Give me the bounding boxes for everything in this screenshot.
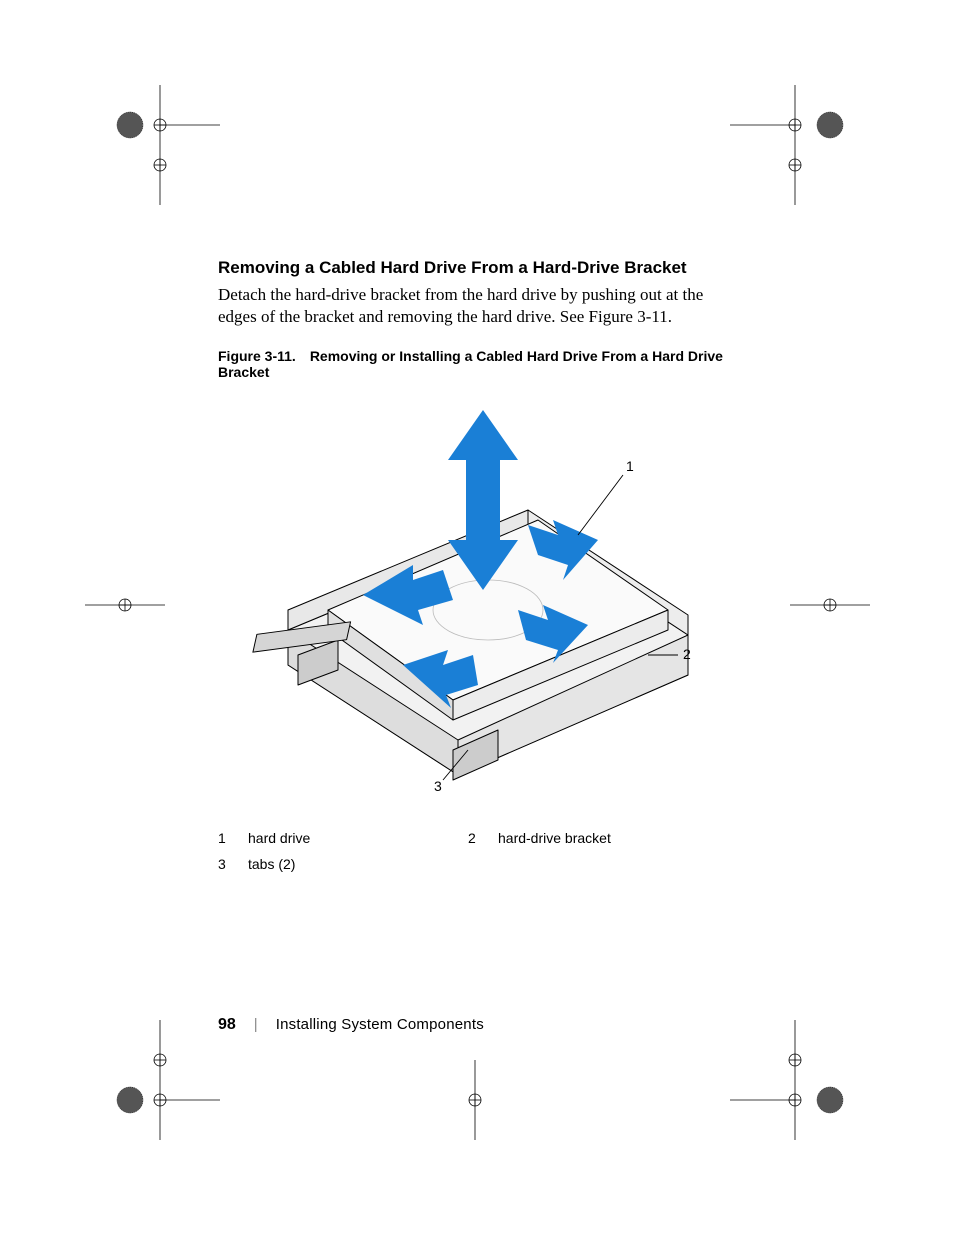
figure-illustration: 1 2 3: [228, 400, 728, 800]
legend-row: 3 tabs (2): [218, 856, 738, 872]
footer-separator: |: [254, 1016, 258, 1033]
legend-item-3: 3 tabs (2): [218, 856, 468, 872]
legend-num: 1: [218, 830, 248, 846]
legend-num: 2: [468, 830, 498, 846]
page-content: Removing a Cabled Hard Drive From a Hard…: [218, 258, 738, 882]
legend-item-2: 2 hard-drive bracket: [468, 830, 718, 846]
callout-3: 3: [434, 778, 442, 794]
crop-mark-mid-left: [85, 575, 165, 635]
crop-mark-bottom-center: [425, 1060, 525, 1140]
footer-chapter-title: Installing System Components: [276, 1016, 484, 1033]
crop-mark-top-right: [730, 85, 860, 205]
legend-item-1: 1 hard drive: [218, 830, 468, 846]
callout-2: 2: [683, 646, 691, 662]
section-heading: Removing a Cabled Hard Drive From a Hard…: [218, 258, 738, 278]
callout-1: 1: [626, 458, 634, 474]
crop-mark-bottom-right: [730, 1020, 860, 1140]
crop-mark-mid-right: [790, 575, 870, 635]
legend-label: hard-drive bracket: [498, 830, 611, 846]
section-body: Detach the hard-drive bracket from the h…: [218, 284, 738, 328]
figure-number: Figure 3-11.: [218, 348, 296, 364]
crop-mark-bottom-left: [100, 1020, 220, 1140]
legend-label: tabs (2): [248, 856, 295, 872]
legend-num: 3: [218, 856, 248, 872]
hard-drive-bracket-diagram: [228, 400, 728, 800]
crop-mark-top-left: [100, 85, 220, 205]
figure-caption: Figure 3-11.Removing or Installing a Cab…: [218, 348, 738, 380]
legend-label: hard drive: [248, 830, 310, 846]
page-footer: 98 | Installing System Components: [218, 1016, 484, 1034]
page-number: 98: [218, 1016, 236, 1034]
legend-row: 1 hard drive 2 hard-drive bracket: [218, 830, 738, 846]
figure-legend: 1 hard drive 2 hard-drive bracket 3 tabs…: [218, 830, 738, 872]
